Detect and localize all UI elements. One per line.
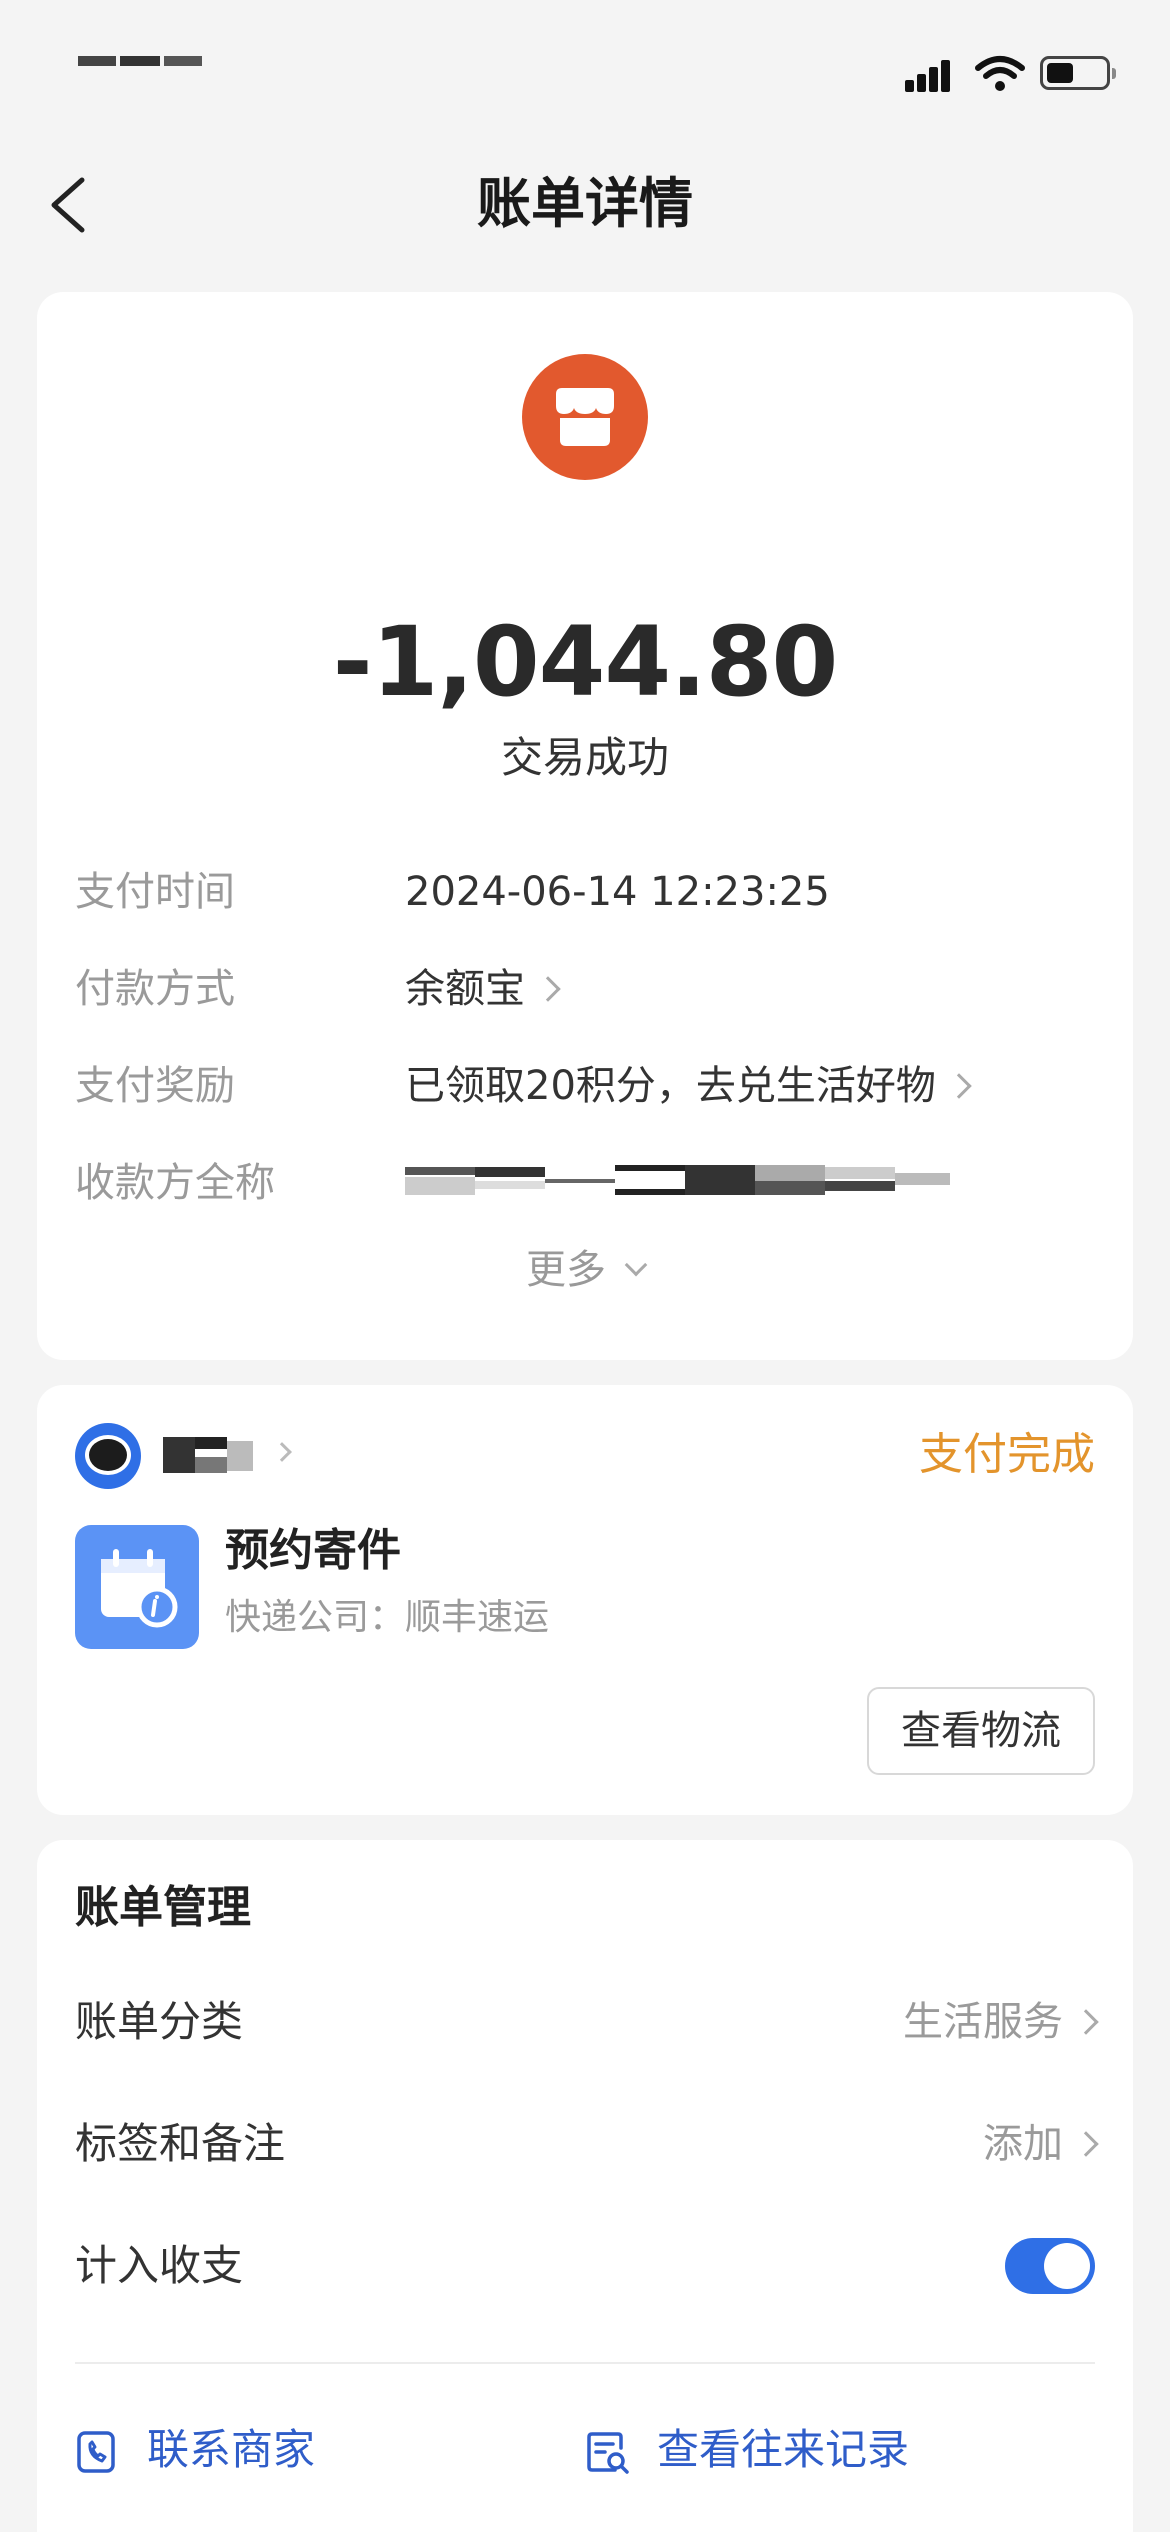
detail-label: 收款方全称 [75,1160,275,1206]
bill-category-label: 账单分类 [75,1997,244,2046]
payee-name-redacted [405,1163,950,1203]
order-card: 支付完成 预约寄件 快递公司：顺丰速运 查看物流 [37,1385,1133,1815]
merchant-name-redacted [289,324,879,624]
chevron-down-icon [624,1253,648,1277]
contact-merchant-label: 联系商家 [147,2425,316,2474]
detail-value: 已领取20积分，去兑生活好物 [405,1063,936,1109]
chevron-right-icon [1073,2009,1099,2035]
chevron-right-icon [946,1073,972,1099]
transaction-card: -1,044.80 交易成功 支付时间 2024-06-14 12:23:25 … [37,292,1133,1360]
tags-notes-row[interactable]: 标签和备注 添加 [75,2112,1099,2176]
tags-notes-value: 添加 [983,2121,1063,2167]
include-in-balance-toggle[interactable] [1005,2238,1095,2294]
detail-row-pay-time: 支付时间 2024-06-14 12:23:25 [75,862,1095,922]
bill-category-value: 生活服务 [903,1999,1063,2045]
transaction-amount: -1,044.80 [332,606,839,718]
transaction-status: 交易成功 [500,733,669,782]
bill-management-card: 账单管理 账单分类 生活服务 标签和备注 添加 计入收支 联系商家 查看往来记录 [37,1840,1133,2532]
detail-value: 2024-06-14 12:23:25 [405,869,830,915]
detail-row-reward[interactable]: 支付奖励 已领取20积分，去兑生活好物 [75,1056,1095,1116]
detail-label: 支付奖励 [75,1063,235,1109]
view-history-button[interactable]: 查看往来记录 [585,2418,965,2482]
detail-row-payee: 收款方全称 [75,1153,1095,1213]
service-title: 预约寄件 [225,1525,401,1576]
phone-icon [77,2431,115,2473]
bill-category-row[interactable]: 账单分类 生活服务 [75,1990,1099,2054]
contact-merchant-button[interactable]: 联系商家 [75,2418,375,2482]
status-time-redacted [78,56,206,90]
include-in-balance-row: 计入收支 [75,2234,1095,2298]
detail-label: 付款方式 [75,966,235,1012]
divider [75,2362,1095,2364]
wifi-icon [975,56,1025,91]
detail-row-payment-method[interactable]: 付款方式 余额宝 [75,959,1095,1019]
document-search-icon [587,2432,629,2474]
detail-value: 余额宝 [405,966,525,1012]
tags-notes-label: 标签和备注 [75,2119,286,2168]
more-toggle[interactable]: 更多 [37,1242,1133,1298]
courier-company: 快递公司：顺丰速运 [225,1597,550,1638]
cellular-signal-icon [905,58,959,92]
detail-label: 支付时间 [75,869,235,915]
view-logistics-button[interactable]: 查看物流 [867,1687,1095,1775]
chevron-right-icon [535,976,561,1002]
status-bar [0,0,1170,140]
calendar-icon [75,1525,199,1649]
nav-bar: 账单详情 [0,140,1170,270]
section-title: 账单管理 [75,1882,251,1933]
chevron-right-icon [1073,2131,1099,2157]
view-history-label: 查看往来记录 [657,2425,910,2474]
battery-icon [1040,56,1116,90]
include-in-balance-label: 计入收支 [75,2241,244,2290]
merchant-shortname-redacted[interactable] [163,1431,293,1483]
page-title: 账单详情 [477,172,693,235]
order-status: 支付完成 [919,1429,1095,1480]
merchant-avatar[interactable] [75,1423,141,1489]
more-label: 更多 [526,1247,606,1293]
